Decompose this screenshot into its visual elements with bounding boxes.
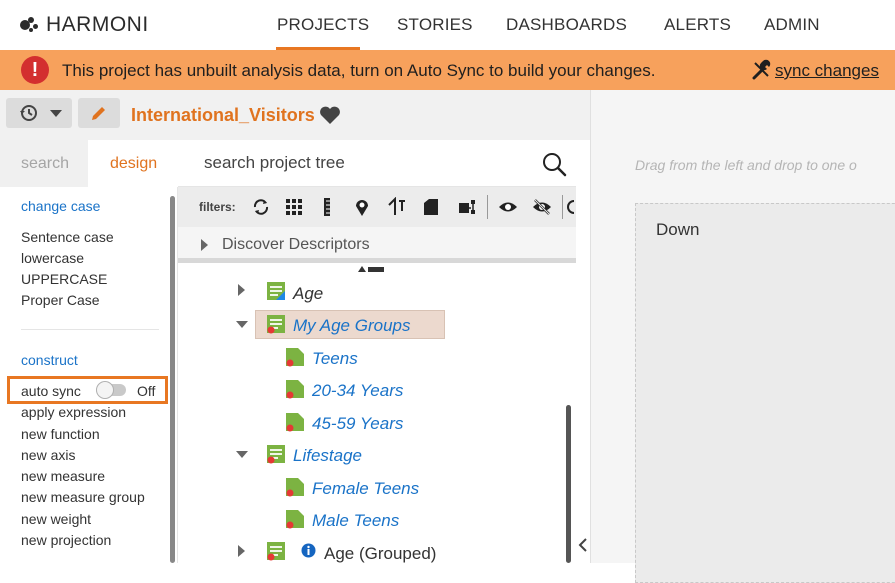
sync-filter-icon[interactable] xyxy=(251,197,271,217)
grid-filter-icon[interactable] xyxy=(284,197,304,217)
tree-search-bar xyxy=(178,140,576,187)
code-icon xyxy=(286,348,304,367)
pencil-icon xyxy=(92,107,105,120)
nav-dashboards[interactable]: DASHBOARDS xyxy=(506,15,627,35)
search-icon[interactable] xyxy=(541,151,567,177)
code-icon xyxy=(286,413,304,432)
tools-icon[interactable] xyxy=(751,59,773,81)
auto-sync-toggle[interactable] xyxy=(96,381,126,399)
variable-icon xyxy=(267,315,285,334)
tree-node-teens[interactable]: Teens xyxy=(312,349,358,369)
sidebar-scrollbar[interactable] xyxy=(170,196,175,563)
resize-handle-icon[interactable] xyxy=(358,264,384,272)
tree-search-input[interactable] xyxy=(204,153,524,173)
logo-mark-icon xyxy=(20,15,42,35)
logo-text: HARMONI xyxy=(46,13,149,36)
tab-design-label: design xyxy=(110,155,158,172)
new-measure-item[interactable]: new measure xyxy=(21,468,105,484)
folder-filter-icon[interactable] xyxy=(421,197,441,217)
sidebar-tabs: search design xyxy=(0,140,178,187)
tree-node-45-59-years[interactable]: 45-59 Years xyxy=(312,414,403,434)
ruler-filter-icon[interactable] xyxy=(317,197,337,217)
filter-bar: filters: xyxy=(178,187,576,227)
section-divider xyxy=(21,329,159,330)
structure-filter-icon[interactable] xyxy=(457,197,477,217)
chevron-down-icon xyxy=(50,110,62,117)
tree-node-male-teens[interactable]: Male Teens xyxy=(312,511,399,531)
eye-icon[interactable] xyxy=(498,197,518,217)
collapse-icon[interactable] xyxy=(236,321,248,328)
proper-case-item[interactable]: Proper Case xyxy=(21,292,100,308)
expand-icon[interactable] xyxy=(201,239,208,251)
code-icon xyxy=(286,478,304,497)
project-title[interactable]: International_Visitors xyxy=(131,105,315,126)
tree-node-my-age-groups[interactable]: My Age Groups xyxy=(293,316,410,336)
history-icon xyxy=(20,105,37,121)
nav-projects[interactable]: PROJECTS xyxy=(277,15,369,35)
new-axis-item[interactable]: new axis xyxy=(21,447,75,463)
apply-expression-item[interactable]: apply expression xyxy=(21,404,126,420)
code-icon xyxy=(286,510,304,529)
auto-sync-label: auto sync xyxy=(21,383,81,399)
lowercase-item[interactable]: lowercase xyxy=(21,250,84,266)
filter-separator xyxy=(562,195,563,219)
drop-zone-label: Down xyxy=(656,220,700,239)
collapse-icon[interactable] xyxy=(236,451,248,458)
hierarchy-filter-icon[interactable] xyxy=(387,197,407,217)
discover-descriptors-label: Discover Descriptors xyxy=(222,236,370,253)
variable-icon xyxy=(267,445,285,464)
tree-node-age-grouped[interactable]: Age (Grouped) xyxy=(324,544,436,564)
nav-stories[interactable]: STORIES xyxy=(397,15,473,35)
tree-scrollbar[interactable] xyxy=(566,405,571,563)
filters-label: filters: xyxy=(199,200,236,214)
info-icon[interactable] xyxy=(301,543,316,558)
change-case-heading[interactable]: change case xyxy=(21,198,100,214)
variable-icon xyxy=(267,542,285,561)
auto-sync-state: Off xyxy=(137,383,156,399)
tree-node-female-teens[interactable]: Female Teens xyxy=(312,479,419,499)
new-measure-group-item[interactable]: new measure group xyxy=(21,489,145,505)
new-projection-item[interactable]: new projection xyxy=(21,532,111,548)
analysis-canvas: Drag from the left and drop to one o Dow… xyxy=(590,90,895,583)
expand-icon[interactable] xyxy=(238,284,245,296)
down-drop-zone[interactable]: Down xyxy=(635,203,895,583)
tree-node-age[interactable]: Age xyxy=(293,284,323,304)
design-sidebar: search design change case Sentence case … xyxy=(0,140,178,563)
expand-icon[interactable] xyxy=(238,545,245,557)
alert-icon: ! xyxy=(21,56,49,84)
sync-changes-link[interactable]: sync changes xyxy=(775,61,879,81)
edit-button[interactable] xyxy=(78,98,120,128)
nav-alerts[interactable]: ALERTS xyxy=(664,15,731,35)
tree-node-lifestage[interactable]: Lifestage xyxy=(293,446,362,466)
heart-icon[interactable] xyxy=(319,105,341,125)
code-icon xyxy=(286,380,304,399)
more-filter-icon[interactable] xyxy=(566,197,576,217)
banner-message: This project has unbuilt analysis data, … xyxy=(62,61,656,80)
top-navigation: HARMONI PROJECTS STORIES DASHBOARDS ALER… xyxy=(0,0,895,50)
chevron-left-icon[interactable] xyxy=(576,530,590,560)
variable-icon xyxy=(267,282,285,300)
project-tree-panel: filters: Discover Descriptors Age My Age… xyxy=(178,140,576,563)
location-filter-icon[interactable] xyxy=(352,197,372,217)
toggle-knob xyxy=(96,381,114,399)
filter-separator xyxy=(487,195,488,219)
tree-node-20-34-years[interactable]: 20-34 Years xyxy=(312,381,403,401)
discover-descriptors-row[interactable]: Discover Descriptors xyxy=(178,227,576,263)
eye-hidden-icon[interactable] xyxy=(532,197,552,217)
history-dropdown-button[interactable] xyxy=(6,98,72,128)
sentence-case-item[interactable]: Sentence case xyxy=(21,229,114,245)
new-function-item[interactable]: new function xyxy=(21,426,100,442)
nav-admin[interactable]: ADMIN xyxy=(764,15,820,35)
warning-banner: ! This project has unbuilt analysis data… xyxy=(0,50,895,90)
drag-hint: Drag from the left and drop to one o xyxy=(635,157,857,173)
construct-heading[interactable]: construct xyxy=(21,352,78,368)
tab-search-label: search xyxy=(21,155,70,172)
new-weight-item[interactable]: new weight xyxy=(21,511,91,527)
harmoni-logo[interactable]: HARMONI xyxy=(20,12,149,38)
tab-design[interactable]: design xyxy=(88,140,178,187)
tab-search[interactable]: search xyxy=(0,140,88,187)
uppercase-item[interactable]: UPPERCASE xyxy=(21,271,107,287)
project-toolbar: International_Visitors xyxy=(0,90,590,140)
